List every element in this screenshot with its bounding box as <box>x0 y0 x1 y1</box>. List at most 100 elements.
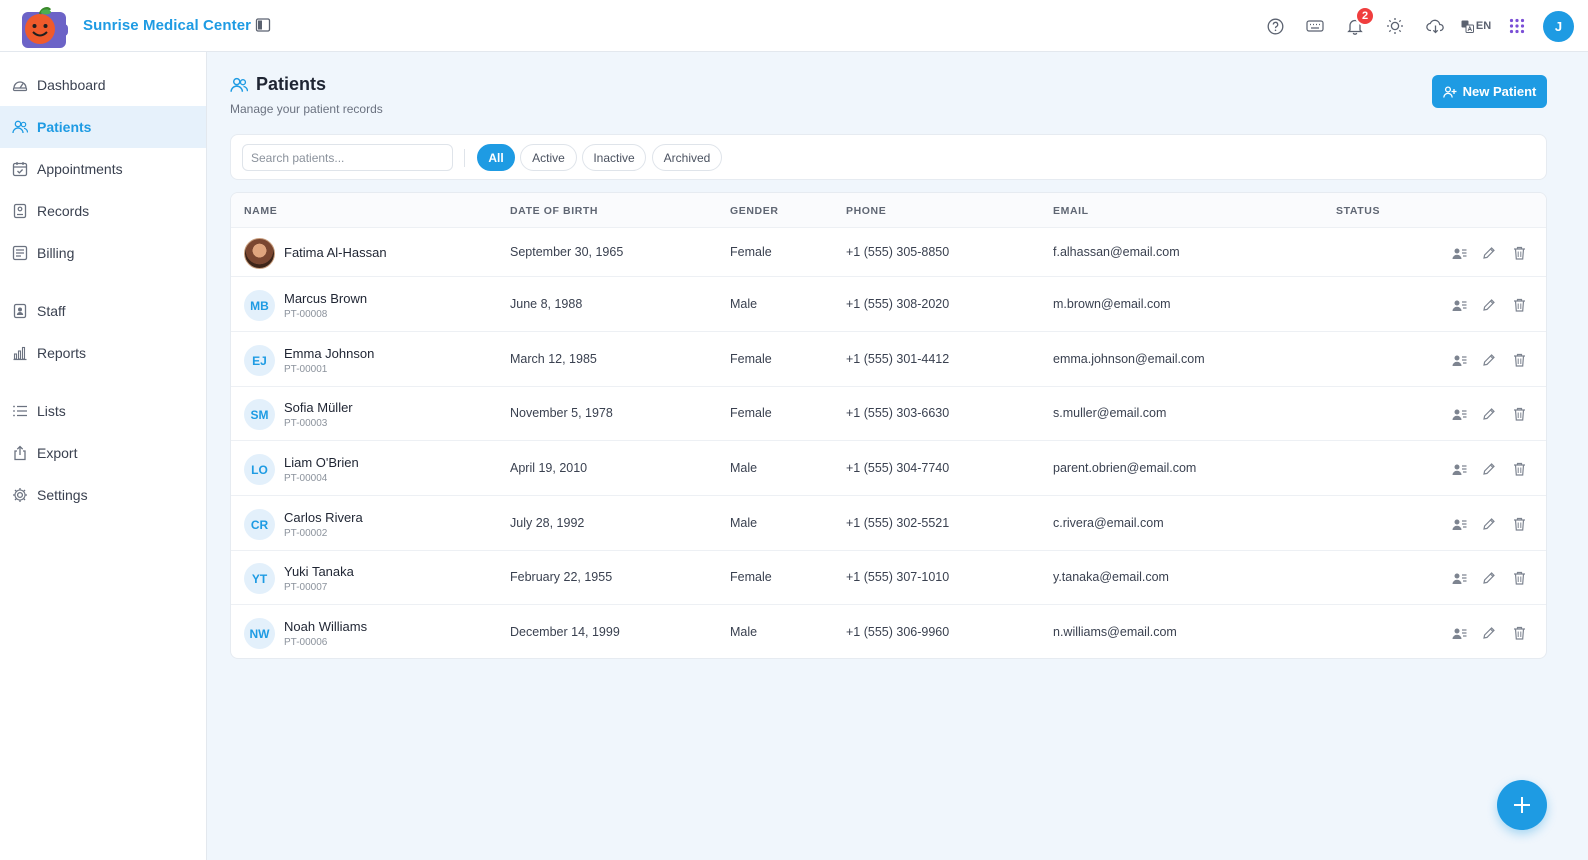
sidebar-item-label: Settings <box>37 487 88 503</box>
filter-chip-all[interactable]: All <box>477 144 515 171</box>
column-header-name[interactable]: NAME <box>244 205 277 217</box>
table-row[interactable]: NW Noah Williams PT-00006 December 14, 1999… <box>231 605 1546 658</box>
search-input[interactable] <box>242 144 453 171</box>
table-row[interactable]: YT Yuki Tanaka PT-00007 February 22, 1955 Fe… <box>231 551 1546 605</box>
edit-icon[interactable] <box>1480 244 1498 262</box>
sidebar-item-lists[interactable]: Lists <box>0 390 206 432</box>
theme-sun-icon[interactable] <box>1375 10 1415 42</box>
column-header-email[interactable]: EMAIL <box>1053 205 1089 217</box>
filter-chip-active[interactable]: Active <box>520 144 577 171</box>
bar-chart-icon <box>12 345 28 361</box>
edit-icon[interactable] <box>1480 624 1498 642</box>
delete-icon[interactable] <box>1510 460 1528 478</box>
new-patient-button[interactable]: New Patient <box>1432 75 1547 108</box>
table-row[interactable]: EJ Emma Johnson PT-00001 March 12, 1985 Fema… <box>231 332 1546 387</box>
view-profile-icon[interactable] <box>1450 515 1468 533</box>
sidebar-item-staff[interactable]: Staff <box>0 290 206 332</box>
date-of-birth-cell: February 22, 1955 <box>510 570 613 584</box>
column-header-phone[interactable]: PHONE <box>846 205 886 217</box>
sidebar-item-label: Patients <box>37 119 92 135</box>
edit-icon[interactable] <box>1480 405 1498 423</box>
table-row[interactable]: Fatima Al-Hassan September 30, 1965 Female… <box>231 228 1546 277</box>
table-row[interactable]: LO Liam O'Brien PT-00004 April 19, 2010 Male… <box>231 441 1546 496</box>
keyboard-icon[interactable] <box>1295 10 1335 42</box>
view-profile-icon[interactable] <box>1450 244 1468 262</box>
delete-icon[interactable] <box>1510 515 1528 533</box>
apps-grid-icon[interactable] <box>1497 10 1537 42</box>
gear-icon <box>12 487 28 503</box>
filter-bar: All Active Inactive Archived <box>230 134 1547 180</box>
phone-cell: +1 (555) 306-9960 <box>846 625 950 639</box>
phone-cell: +1 (555) 305-8850 <box>846 245 950 259</box>
help-icon[interactable] <box>1255 10 1295 42</box>
sidebar-item-settings[interactable]: Settings <box>0 474 206 516</box>
cloud-download-icon[interactable] <box>1415 10 1455 42</box>
badge-icon <box>12 303 28 319</box>
patient-name[interactable]: Emma Johnson <box>284 346 374 361</box>
user-avatar[interactable]: J <box>1543 10 1574 42</box>
edit-icon[interactable] <box>1480 515 1498 533</box>
date-of-birth-cell: March 12, 1985 <box>510 352 597 366</box>
language-code: EN <box>1475 20 1492 32</box>
email-cell: n.williams@email.com <box>1053 625 1177 639</box>
new-patient-label: New Patient <box>1462 84 1537 99</box>
sidebar-item-records[interactable]: Records <box>0 190 206 232</box>
edit-icon[interactable] <box>1480 569 1498 587</box>
table-row[interactable]: MB Marcus Brown PT-00008 June 8, 1988 Male +1… <box>231 277 1546 332</box>
view-profile-icon[interactable] <box>1450 296 1468 314</box>
email-cell: y.tanaka@email.com <box>1053 570 1169 584</box>
column-header-dob[interactable]: DATE OF BIRTH <box>510 205 598 217</box>
delete-icon[interactable] <box>1510 405 1528 423</box>
patient-name[interactable]: Carlos Rivera <box>284 510 363 525</box>
patient-name[interactable]: Liam O'Brien <box>284 455 359 470</box>
sidebar-item-billing[interactable]: Billing <box>0 232 206 274</box>
patient-name[interactable]: Marcus Brown <box>284 291 367 306</box>
delete-icon[interactable] <box>1510 351 1528 369</box>
sidebar-item-appointments[interactable]: Appointments <box>0 148 206 190</box>
date-of-birth-cell: November 5, 1978 <box>510 406 613 420</box>
notification-bell-icon[interactable]: 2 <box>1335 6 1375 42</box>
patient-id: PT-00004 <box>284 473 328 484</box>
delete-icon[interactable] <box>1510 569 1528 587</box>
view-profile-icon[interactable] <box>1450 624 1468 642</box>
patient-name[interactable]: Fatima Al-Hassan <box>284 245 387 260</box>
sidebar-toggle-icon[interactable] <box>255 17 271 33</box>
sidebar-item-reports[interactable]: Reports <box>0 332 206 374</box>
delete-icon[interactable] <box>1510 296 1528 314</box>
patient-name[interactable]: Yuki Tanaka <box>284 564 354 579</box>
gender-cell: Male <box>730 297 758 311</box>
date-of-birth-cell: December 14, 1999 <box>510 625 620 639</box>
top-bar: Sunrise Medical Center 2 EN J <box>0 0 1588 52</box>
filter-chip-inactive[interactable]: Inactive <box>582 144 646 171</box>
gender-cell: Female <box>730 570 772 584</box>
patient-id: PT-00001 <box>284 364 328 375</box>
table-row[interactable]: CR Carlos Rivera PT-00002 July 28, 1992 Male… <box>231 496 1546 551</box>
email-cell: m.brown@email.com <box>1053 297 1171 311</box>
list-icon <box>12 403 28 419</box>
sidebar-item-patients[interactable]: Patients <box>0 106 206 148</box>
view-profile-icon[interactable] <box>1450 405 1468 423</box>
column-header-gender[interactable]: GENDER <box>730 205 779 217</box>
delete-icon[interactable] <box>1510 244 1528 262</box>
edit-icon[interactable] <box>1480 296 1498 314</box>
patient-name[interactable]: Noah Williams <box>284 619 367 634</box>
edit-icon[interactable] <box>1480 351 1498 369</box>
sidebar-item-dashboard[interactable]: Dashboard <box>0 64 206 106</box>
view-profile-icon[interactable] <box>1450 351 1468 369</box>
date-of-birth-cell: July 28, 1992 <box>510 516 585 530</box>
delete-icon[interactable] <box>1510 624 1528 642</box>
edit-icon[interactable] <box>1480 460 1498 478</box>
sidebar: Dashboard Patients Appointments Records … <box>0 52 207 860</box>
patient-id: PT-00002 <box>284 528 328 539</box>
table-row[interactable]: SM Sofia Müller PT-00003 November 5, 1978 Fe… <box>231 387 1546 441</box>
page-title: Patients <box>256 74 327 94</box>
floating-add-button[interactable] <box>1497 780 1547 830</box>
view-profile-icon[interactable] <box>1450 460 1468 478</box>
patient-name[interactable]: Sofia Müller <box>284 400 353 415</box>
filter-chip-archived[interactable]: Archived <box>652 144 722 171</box>
sidebar-item-export[interactable]: Export <box>0 432 206 474</box>
language-switcher[interactable]: EN <box>1455 10 1497 42</box>
column-header-status[interactable]: STATUS <box>1336 205 1380 217</box>
patient-id: PT-00007 <box>284 582 328 593</box>
view-profile-icon[interactable] <box>1450 569 1468 587</box>
